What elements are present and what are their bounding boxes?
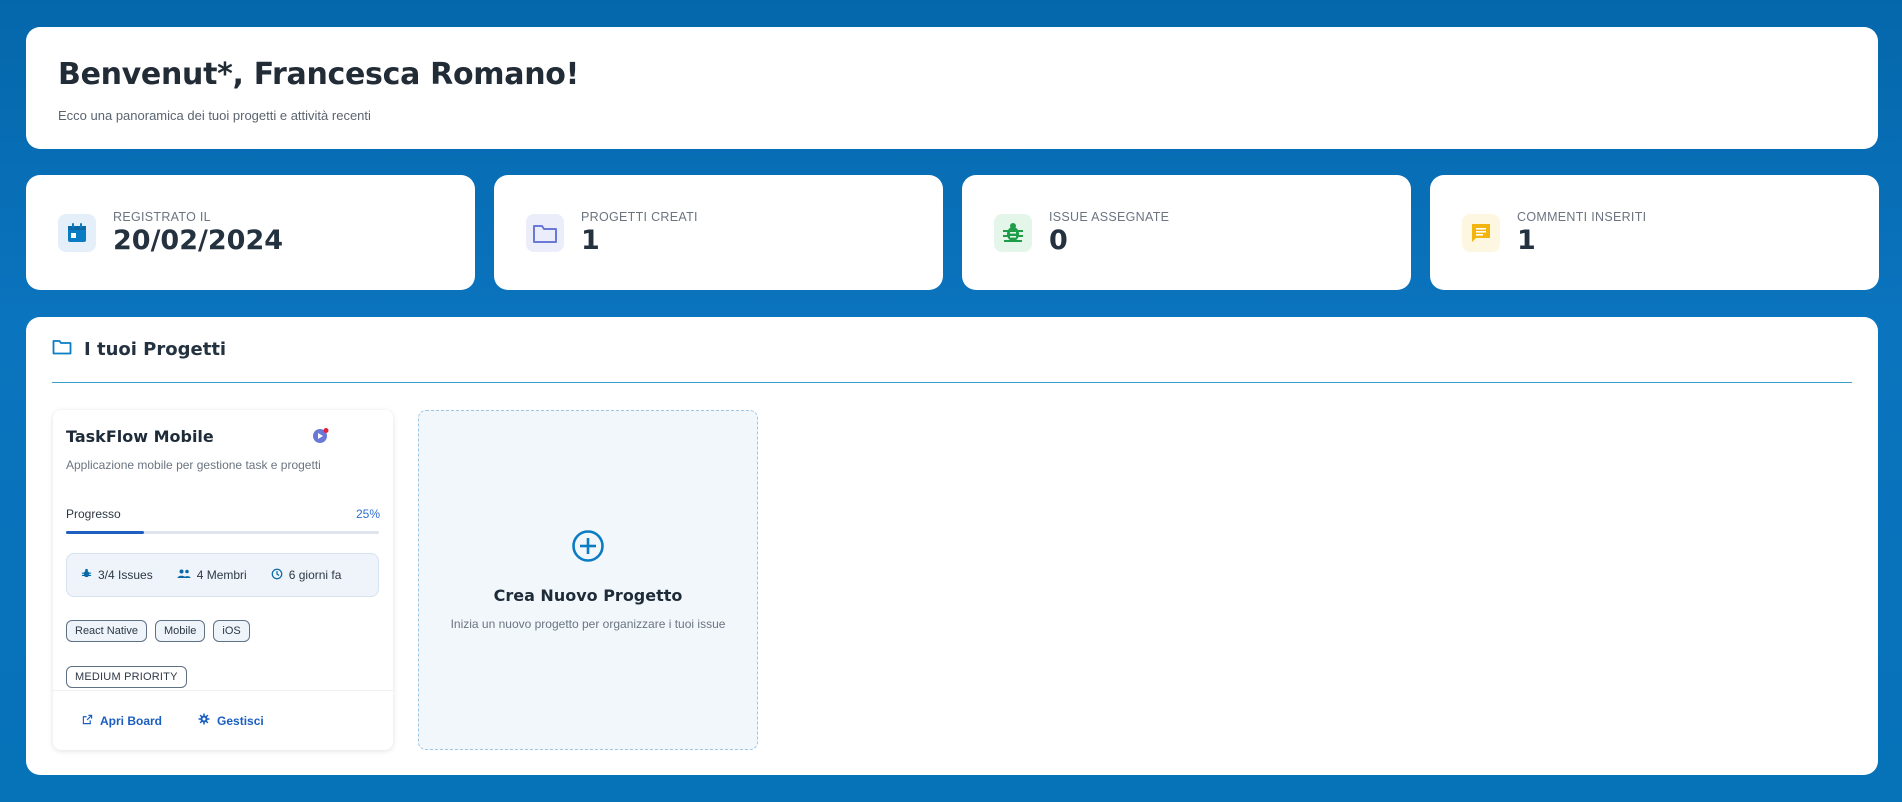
- folder-icon: [52, 338, 72, 361]
- plus-circle-icon: [571, 529, 605, 568]
- stat-value: 20/02/2024: [113, 224, 284, 256]
- tag-chip[interactable]: iOS: [213, 620, 250, 642]
- progress-bar: [66, 531, 379, 534]
- projects-section: I tuoi Progetti TaskFlow Mobile Applicaz…: [26, 317, 1878, 775]
- project-meta: 3/4 Issues 4 Membri 6 giorni fa: [66, 553, 379, 597]
- create-project-card[interactable]: Crea Nuovo Progetto Inizia un nuovo prog…: [418, 410, 758, 750]
- folder-icon: [526, 213, 564, 252]
- stat-card-registered: Registrato il 20/02/2024: [26, 175, 475, 290]
- welcome-card: Benvenut*, Francesca Romano! Ecco una pa…: [26, 27, 1878, 149]
- tag-list: React Native Mobile iOS: [66, 620, 250, 642]
- stat-value: 1: [1517, 224, 1536, 256]
- project-actions: Apri Board Gestisci: [53, 690, 393, 750]
- stat-card-issues: Issue assegnate 0: [962, 175, 1411, 290]
- stat-label: Registrato il: [113, 209, 211, 224]
- progress-bar-fill: [66, 531, 145, 534]
- open-board-label: Apri Board: [100, 713, 163, 728]
- stat-value: 0: [1049, 224, 1068, 256]
- issues-count: 3/4 Issues: [81, 568, 153, 582]
- project-title[interactable]: TaskFlow Mobile: [66, 427, 214, 446]
- stat-label: Issue assegnate: [1049, 209, 1170, 224]
- comment-icon: [1462, 213, 1500, 252]
- project-card[interactable]: TaskFlow Mobile Applicazione mobile per …: [53, 410, 393, 750]
- open-board-button[interactable]: Apri Board: [82, 714, 162, 728]
- stat-value: 1: [581, 224, 600, 256]
- bug-icon: [994, 213, 1032, 252]
- updated-time: 6 giorni fa: [271, 568, 342, 583]
- bug-icon: [81, 568, 92, 582]
- manage-label: Gestisci: [217, 713, 264, 728]
- progress-label: Progresso: [66, 507, 121, 521]
- members-count: 4 Membri: [177, 568, 247, 582]
- updated-label: 6 giorni fa: [288, 568, 342, 582]
- tag-chip[interactable]: Mobile: [154, 620, 206, 642]
- welcome-title: Benvenut*, Francesca Romano!: [58, 57, 579, 92]
- project-description: Applicazione mobile per gestione task e …: [66, 458, 321, 472]
- clock-icon: [271, 568, 283, 583]
- dashboard-page: Benvenut*, Francesca Romano! Ecco una pa…: [0, 0, 1902, 802]
- stat-label: Commenti inseriti: [1517, 209, 1647, 224]
- tag-chip[interactable]: React Native: [66, 620, 147, 642]
- create-project-subtitle: Inizia un nuovo progetto per organizzare…: [450, 617, 726, 631]
- calendar-icon: [58, 213, 96, 252]
- group-icon: [177, 568, 191, 582]
- manage-button[interactable]: Gestisci: [198, 713, 264, 728]
- stat-label: Progetti creati: [581, 209, 698, 224]
- stat-card-comments: Commenti inseriti 1: [1430, 175, 1879, 290]
- gear-icon: [198, 713, 210, 728]
- issues-label: 3/4 Issues: [98, 568, 153, 582]
- external-link-icon: [82, 714, 93, 728]
- welcome-subtitle: Ecco una panoramica dei tuoi progetti e …: [58, 108, 371, 123]
- projects-header: I tuoi Progetti: [52, 317, 1852, 383]
- projects-title: I tuoi Progetti: [84, 339, 227, 360]
- status-indicator-icon: [312, 427, 329, 443]
- progress-percent: 25%: [355, 507, 380, 521]
- stat-card-projects: Progetti creati 1: [494, 175, 943, 290]
- create-project-title: Crea Nuovo Progetto: [493, 586, 683, 605]
- priority-badge: MEDIUM PRIORITY: [66, 666, 187, 688]
- members-label: 4 Membri: [196, 568, 247, 582]
